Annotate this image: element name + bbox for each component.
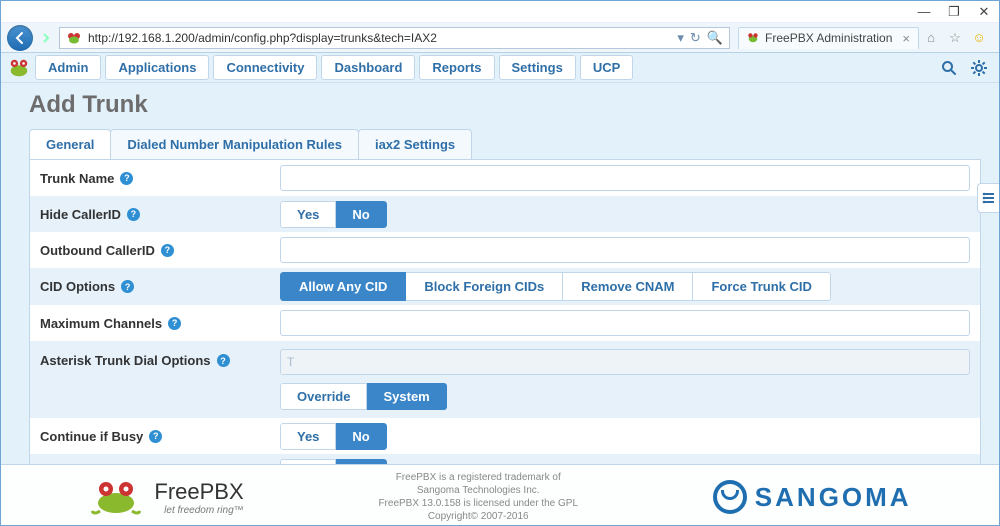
tab-iax2[interactable]: iax2 Settings [358,129,472,159]
sangoma-word: SANGOMA [755,482,912,513]
sangoma-logo: SANGOMA [713,480,912,514]
tab-favicon-icon [747,32,759,44]
back-button[interactable] [7,25,33,51]
dial-options-input [280,349,970,375]
row-hide-cid: Hide CallerID? Yes No [30,196,980,232]
frog-icon [88,477,144,517]
cid-allow-any[interactable]: Allow Any CID [280,272,406,301]
window-close-button[interactable]: ✕ [969,1,999,23]
trunk-name-input[interactable] [280,165,970,191]
help-icon[interactable]: ? [127,208,140,221]
row-continue-busy: Continue if Busy? Yes No [30,418,980,454]
hide-cid-yes[interactable]: Yes [280,201,336,228]
menu-connectivity[interactable]: Connectivity [213,55,317,80]
tab-title: FreePBX Administration [765,31,892,45]
form-panel: Trunk Name? Hide CallerID? Yes No Outbou… [29,160,981,464]
toolbar-gear-icon[interactable] [971,60,987,76]
dial-override[interactable]: Override [280,383,367,410]
outbound-cid-label: Outbound CallerID [40,243,155,258]
form-tabs: General Dialed Number Manipulation Rules… [29,129,981,160]
max-channels-input[interactable] [280,310,970,336]
help-icon[interactable]: ? [168,317,181,330]
freepbx-tagline: let freedom ring™ [154,505,243,516]
help-icon[interactable]: ? [149,430,162,443]
menu-applications[interactable]: Applications [105,55,209,80]
dial-options-label: Asterisk Trunk Dial Options [40,353,211,368]
site-favicon-icon [66,30,82,46]
sangoma-mark-icon [713,480,747,514]
tab-close-icon[interactable]: × [902,31,910,46]
help-icon[interactable]: ? [121,280,134,293]
forward-button[interactable] [37,29,55,47]
tab-dnmr[interactable]: Dialed Number Manipulation Rules [110,129,359,159]
hide-cid-label: Hide CallerID [40,207,121,222]
app-root: Admin Applications Connectivity Dashboar… [1,53,999,525]
footer: FreePBX let freedom ring™ FreePBX is a r… [1,464,999,525]
dial-system[interactable]: System [367,383,446,410]
freepbx-logo: FreePBX let freedom ring™ [88,477,243,517]
app-menubar: Admin Applications Connectivity Dashboar… [1,53,999,83]
star-icon[interactable]: ☆ [947,30,963,46]
hide-cid-no[interactable]: No [336,201,386,228]
toolbar-search-icon[interactable] [941,60,957,76]
window-minimize-button[interactable]: — [909,1,939,23]
app-logo-icon [7,56,31,80]
search-icon[interactable]: 🔍 [707,30,723,46]
menu-ucp[interactable]: UCP [580,55,633,80]
dropdown-icon[interactable]: ▾ [677,30,684,46]
continue-busy-no[interactable]: No [336,423,386,450]
menu-dashboard[interactable]: Dashboard [321,55,415,80]
cid-remove-cnam[interactable]: Remove CNAM [563,272,693,301]
menu-admin[interactable]: Admin [35,55,101,80]
browser-tab-strip: FreePBX Administration × [738,26,919,50]
row-outbound-cid: Outbound CallerID? [30,232,980,268]
cid-block-foreign[interactable]: Block Foreign CIDs [406,272,563,301]
window-maximize-button[interactable]: ❐ [939,1,969,23]
row-disable-trunk: Disable Trunk? Yes No [30,454,980,464]
freepbx-name: FreePBX [154,479,243,504]
max-channels-label: Maximum Channels [40,316,162,331]
page-title: Add Trunk [29,91,981,119]
browser-address-bar: ▾ ↻ 🔍 FreePBX Administration × ⌂ ☆ ☺ [1,23,999,53]
row-max-channels: Maximum Channels? [30,305,980,341]
row-trunk-name: Trunk Name? [30,160,980,196]
browser-tab[interactable]: FreePBX Administration × [738,27,919,49]
url-input[interactable] [86,28,673,48]
help-icon[interactable]: ? [120,172,133,185]
url-field-wrap: ▾ ↻ 🔍 [59,27,730,49]
continue-busy-label: Continue if Busy [40,429,143,444]
trunk-name-label: Trunk Name [40,171,114,186]
row-dial-options: Asterisk Trunk Dial Options? Override Sy… [30,341,980,418]
right-side-tab[interactable] [977,183,999,213]
cid-options-label: CID Options [40,279,115,294]
help-icon[interactable]: ? [161,244,174,257]
menu-reports[interactable]: Reports [419,55,494,80]
home-icon[interactable]: ⌂ [923,30,939,46]
cid-force-trunk[interactable]: Force Trunk CID [693,272,830,301]
refresh-icon[interactable]: ↻ [690,30,701,46]
tab-general[interactable]: General [29,129,111,159]
footer-legal: FreePBX is a registered trademark of San… [378,471,578,523]
window-titlebar: — ❐ ✕ [1,1,999,23]
row-cid-options: CID Options? Allow Any CID Block Foreign… [30,268,980,305]
browser-right-icons: ⌂ ☆ ☺ [923,30,993,46]
smile-icon[interactable]: ☺ [971,30,987,46]
continue-busy-yes[interactable]: Yes [280,423,336,450]
help-icon[interactable]: ? [217,354,230,367]
menu-settings[interactable]: Settings [499,55,576,80]
outbound-cid-input[interactable] [280,237,970,263]
